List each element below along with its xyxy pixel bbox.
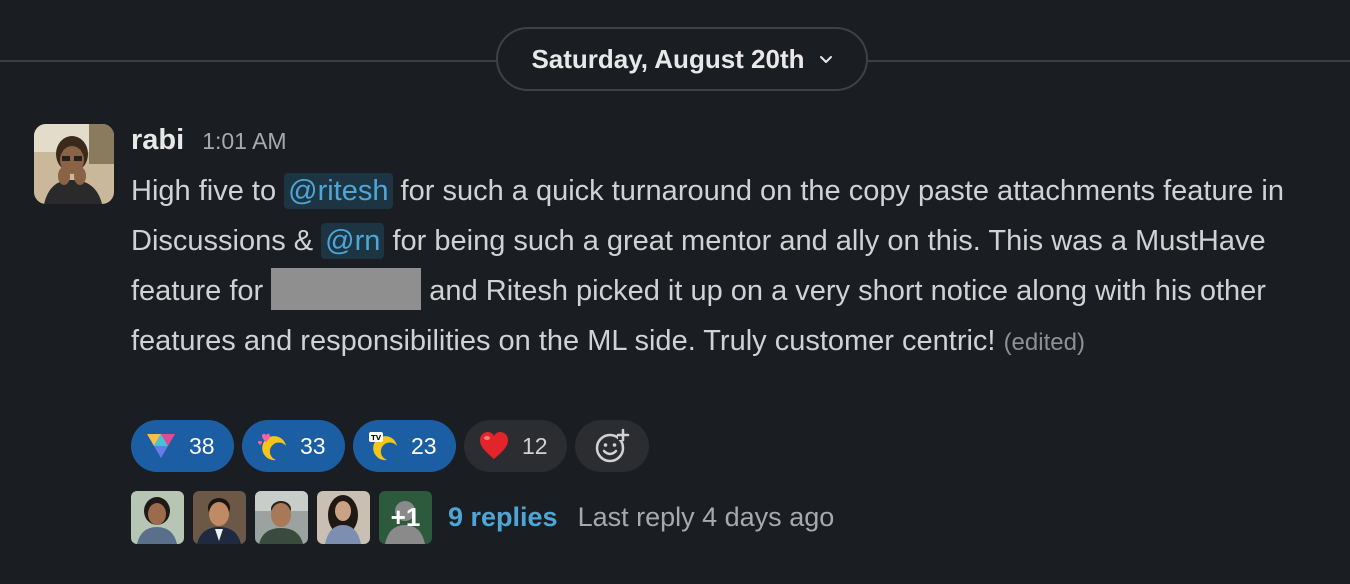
chevron-down-icon (819, 56, 832, 63)
triangle-emoji-icon (145, 430, 177, 462)
date-jump-button[interactable]: Saturday, August 20th (496, 27, 868, 91)
reaction-tv-moon[interactable]: TV 23 (353, 420, 456, 472)
reply-avatar (193, 491, 246, 544)
reactions-bar: 38 33 TV 23 12 (131, 420, 649, 472)
date-label: Saturday, August 20th (531, 43, 805, 74)
message-text: High five to @ritesh for such a quick tu… (131, 166, 1311, 368)
last-reply-text: Last reply 4 days ago (577, 502, 835, 532)
edited-label: (edited) (1003, 329, 1085, 356)
red-heart-icon (478, 430, 510, 462)
mention-ritesh[interactable]: @ritesh (284, 173, 393, 209)
message-text-part: High five to (131, 175, 285, 207)
reaction-count: 12 (522, 432, 548, 459)
reply-avatar (317, 491, 370, 544)
reaction-count: 23 (411, 432, 437, 459)
date-divider: Saturday, August 20th (0, 0, 1350, 120)
author-name[interactable]: rabi (131, 124, 184, 157)
add-emoji-icon (595, 428, 630, 463)
reaction-red-heart[interactable]: 12 (464, 420, 567, 472)
message-body: rabi 1:01 AM High five to @ritesh for su… (131, 124, 1311, 368)
reaction-triangle[interactable]: 38 (131, 420, 234, 472)
replies-link[interactable]: 9 replies (448, 502, 558, 533)
heart-moon-emoji-icon (256, 430, 288, 462)
extra-repliers-count: +1 (390, 502, 421, 532)
thread-summary[interactable]: +1 9 replies Last reply 4 days ago (131, 491, 834, 544)
reply-avatar (255, 491, 308, 544)
add-reaction-button[interactable] (575, 420, 649, 472)
reply-avatar (131, 491, 184, 544)
message-timestamp[interactable]: 1:01 AM (202, 128, 286, 155)
tv-moon-emoji-icon: TV (367, 430, 399, 462)
svg-text:TV: TV (371, 434, 382, 442)
reaction-count: 33 (300, 432, 326, 459)
author-avatar[interactable] (34, 124, 114, 204)
redacted-text (271, 268, 422, 310)
reaction-count: 38 (189, 432, 215, 459)
reaction-heart-moon[interactable]: 33 (242, 420, 345, 472)
message-header: rabi 1:01 AM (131, 124, 1311, 160)
mention-rn[interactable]: @rn (321, 223, 385, 259)
more-repliers-avatar: +1 (379, 491, 432, 544)
